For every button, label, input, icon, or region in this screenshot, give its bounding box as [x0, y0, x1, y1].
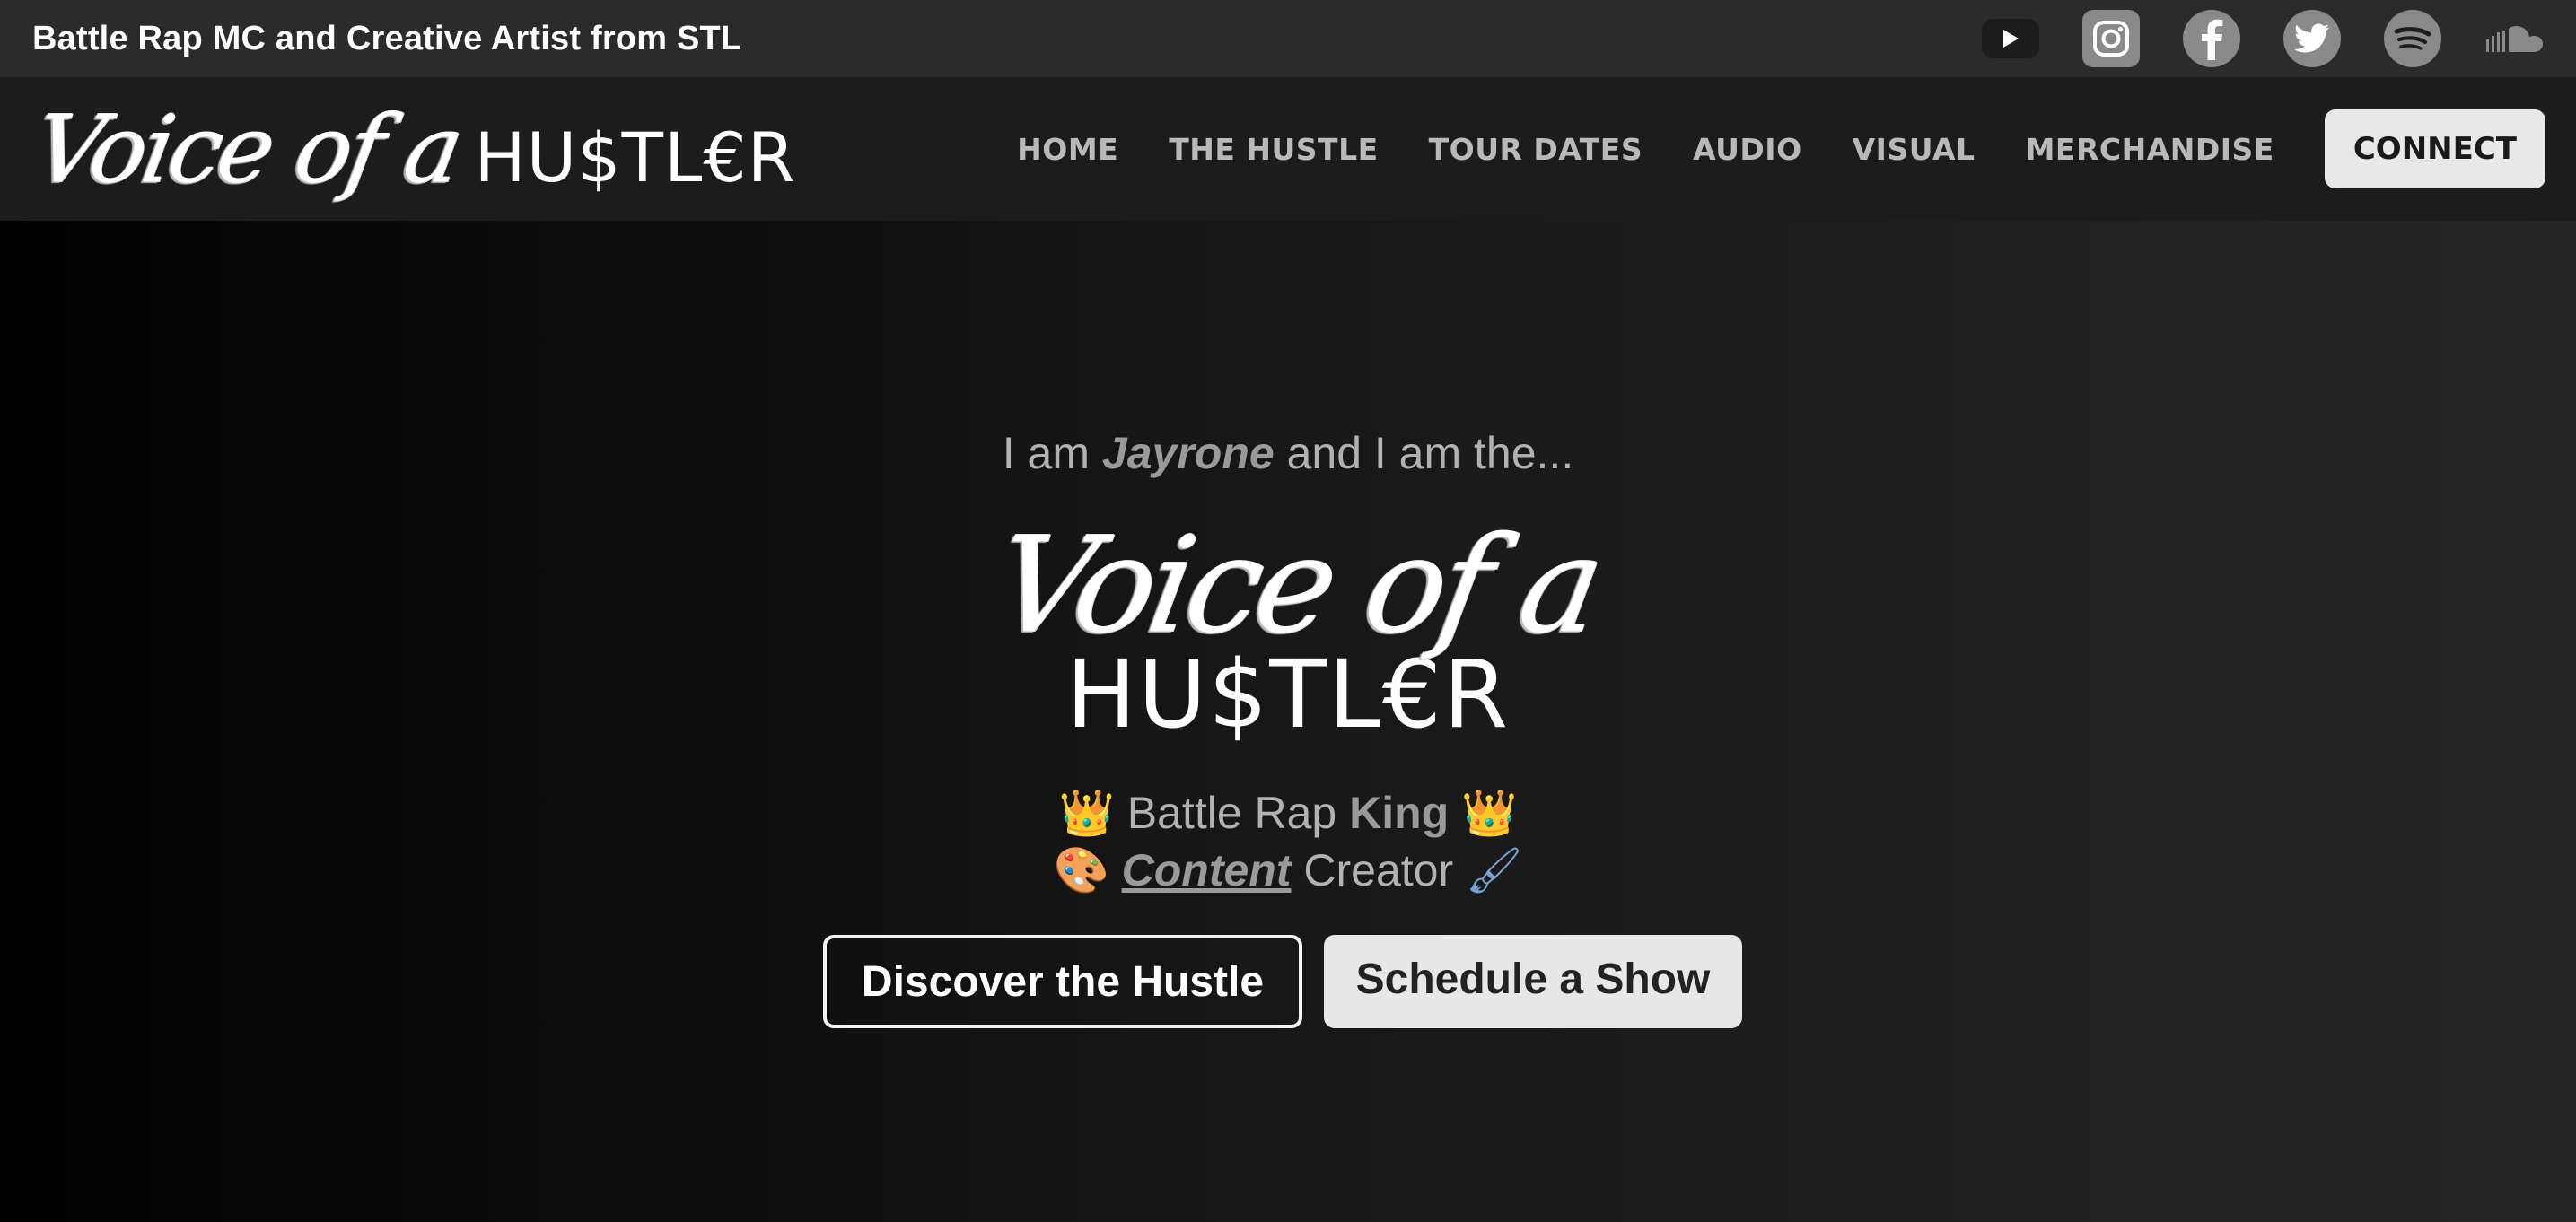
hero-logo-script: Voice of a [984, 508, 1610, 662]
spotify-icon[interactable] [2384, 10, 2441, 67]
hero-cta-row: Discover the Hustle Schedule a Show [0, 935, 2576, 1028]
nav-link-audio[interactable]: AUDIO [1693, 132, 1802, 167]
tagline-battle-rap: 👑 Battle Rap King 👑 [0, 784, 2576, 842]
crown-icon: 👑 [1058, 787, 1115, 839]
tagline-battle-rap-text: Battle Rap [1126, 788, 1350, 838]
nav-link-the-hustle[interactable]: THE HUSTLE [1169, 132, 1378, 167]
site-tagline: Battle Rap MC and Creative Artist from S… [32, 19, 742, 57]
nav-link-tour-dates[interactable]: TOUR DATES [1429, 132, 1643, 167]
schedule-a-show-button[interactable]: Schedule a Show [1324, 935, 1742, 1028]
instagram-icon[interactable] [2082, 10, 2140, 67]
top-bar: Battle Rap MC and Creative Artist from S… [0, 0, 2576, 77]
paintbrush-icon: 🖌 [1466, 844, 1523, 896]
intro-pre: I am [1002, 428, 1102, 478]
nav-link-home[interactable]: HOME [1017, 132, 1118, 167]
brand-logo[interactable]: Voice of a HU$TL€R [26, 94, 796, 204]
hero-content: I am Jayrone and I am the... Voice of a … [0, 427, 2576, 1028]
soundcloud-icon[interactable] [2484, 10, 2547, 67]
crown-icon: 👑 [1461, 787, 1518, 839]
nav-links: HOME THE HUSTLE TOUR DATES AUDIO VISUAL … [1017, 109, 2545, 188]
hero-intro: I am Jayrone and I am the... [0, 427, 2576, 479]
connect-button[interactable]: CONNECT [2324, 109, 2545, 188]
hero-logo: Voice of a HU$TL€R [980, 508, 1610, 741]
hero-taglines: 👑 Battle Rap King 👑 🎨 Content Creator 🖌 [0, 784, 2576, 899]
brand-script: Voice of a [26, 94, 469, 204]
brand-word: HU$TL€R [474, 118, 796, 197]
tagline-creator-text: Creator [1291, 845, 1467, 895]
nav-link-visual[interactable]: VISUAL [1853, 132, 1976, 167]
discover-the-hustle-button[interactable]: Discover the Hustle [823, 935, 1302, 1028]
nav-link-merchandise[interactable]: MERCHANDISE [2026, 132, 2274, 167]
hero-section: I am Jayrone and I am the... Voice of a … [0, 221, 2576, 1222]
tagline-king: King [1349, 788, 1450, 838]
facebook-icon[interactable] [2183, 10, 2240, 67]
palette-icon: 🎨 [1053, 844, 1109, 896]
youtube-icon[interactable] [1982, 19, 2039, 58]
main-nav: Voice of a HU$TL€R HOME THE HUSTLE TOUR … [0, 77, 2576, 221]
twitter-icon[interactable] [2283, 10, 2341, 67]
social-links [1982, 10, 2547, 67]
artist-name: Jayrone [1101, 428, 1275, 478]
tagline-content-creator: 🎨 Content Creator 🖌 [0, 842, 2576, 899]
intro-post: and I am the... [1274, 428, 1574, 478]
tagline-content: Content [1121, 845, 1292, 895]
